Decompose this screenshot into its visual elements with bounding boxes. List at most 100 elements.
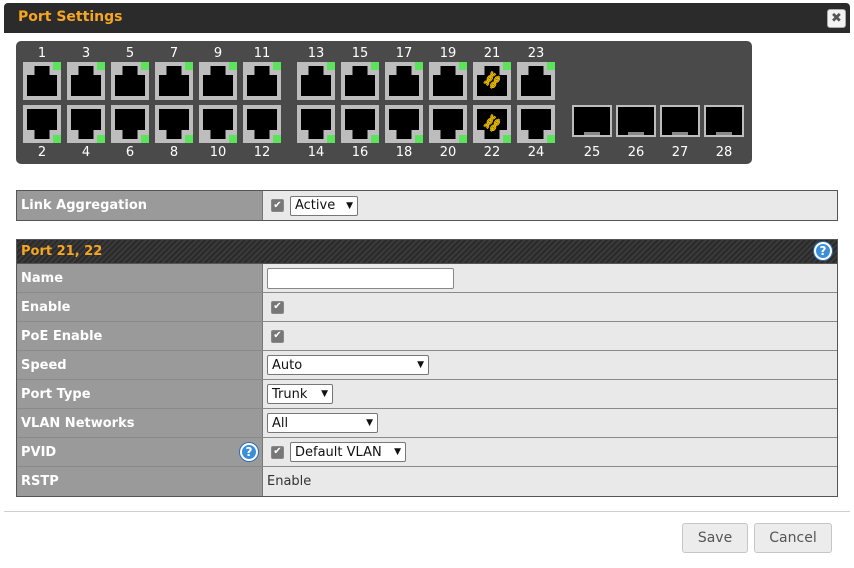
chevron-down-icon: ▼ bbox=[417, 360, 424, 370]
port-2[interactable] bbox=[23, 105, 61, 143]
save-button[interactable]: Save bbox=[682, 523, 748, 553]
help-icon[interactable]: ? bbox=[240, 443, 258, 461]
port-number-6: 6 bbox=[125, 145, 135, 160]
sfp-port-26[interactable] bbox=[616, 105, 656, 137]
port-number-23: 23 bbox=[527, 46, 545, 61]
port-number-4: 4 bbox=[81, 145, 91, 160]
port-number-10: 10 bbox=[209, 145, 227, 160]
pvid-checkbox[interactable]: ✔ bbox=[271, 445, 284, 459]
port-led-indicator bbox=[97, 135, 105, 143]
port-number-18: 18 bbox=[395, 145, 413, 160]
port-led-indicator bbox=[53, 135, 61, 143]
section-title: Port 21, 22 bbox=[21, 244, 103, 259]
port-15[interactable] bbox=[341, 62, 379, 100]
port-led-indicator bbox=[185, 135, 193, 143]
sfp-port-28[interactable] bbox=[704, 105, 744, 137]
name-input[interactable] bbox=[267, 267, 454, 289]
port-type-value: Trunk bbox=[272, 386, 308, 402]
vlan-networks-label: VLAN Networks bbox=[17, 409, 263, 437]
rstp-label: RSTP bbox=[17, 467, 263, 496]
port-type-select[interactable]: Trunk ▼ bbox=[267, 384, 333, 404]
port-led-indicator bbox=[229, 62, 237, 70]
port-number-20: 20 bbox=[439, 145, 457, 160]
port-1[interactable] bbox=[23, 62, 61, 100]
chevron-down-icon: ▼ bbox=[394, 447, 401, 457]
port-number-22: 22 bbox=[483, 145, 501, 160]
sfp-port-27[interactable] bbox=[660, 105, 700, 137]
port-led-indicator bbox=[415, 135, 423, 143]
port-led-indicator bbox=[327, 135, 335, 143]
port-led-indicator bbox=[371, 62, 379, 70]
port-21[interactable]: ⛓ bbox=[473, 62, 511, 100]
pvid-value: Default VLAN bbox=[295, 444, 382, 460]
port-23[interactable] bbox=[517, 62, 555, 100]
sfp-port-25[interactable] bbox=[572, 105, 612, 137]
port-led-indicator bbox=[415, 62, 423, 70]
help-icon[interactable]: ? bbox=[814, 242, 832, 260]
close-icon[interactable]: ✖ bbox=[827, 9, 846, 28]
link-aggregation-mode-select[interactable]: Active ▼ bbox=[290, 195, 358, 216]
port-7[interactable] bbox=[155, 62, 193, 100]
port-11[interactable] bbox=[243, 62, 281, 100]
rj45-jack-icon bbox=[433, 66, 463, 96]
rj45-jack-icon bbox=[203, 66, 233, 96]
port-number-3: 3 bbox=[81, 46, 91, 61]
port-number-2: 2 bbox=[37, 145, 47, 160]
port-22[interactable]: ⛓ bbox=[473, 105, 511, 143]
port-3[interactable] bbox=[67, 62, 105, 100]
sfp-slot-icon bbox=[618, 107, 654, 135]
port-6[interactable] bbox=[111, 105, 149, 143]
port-led-indicator bbox=[459, 135, 467, 143]
port-number-15: 15 bbox=[351, 46, 369, 61]
link-aggregation-checkbox[interactable]: ✔ bbox=[271, 199, 284, 212]
port-number-11: 11 bbox=[253, 46, 271, 61]
port-led-indicator bbox=[547, 135, 555, 143]
port-10[interactable] bbox=[199, 105, 237, 143]
speed-select[interactable]: Auto ▼ bbox=[267, 355, 429, 375]
port-number-8: 8 bbox=[169, 145, 179, 160]
poe-enable-checkbox[interactable]: ✔ bbox=[271, 329, 284, 343]
port-led-indicator bbox=[273, 62, 281, 70]
port-14[interactable] bbox=[297, 105, 335, 143]
port-led-indicator bbox=[53, 62, 61, 70]
port-led-indicator bbox=[503, 135, 511, 143]
port-5[interactable] bbox=[111, 62, 149, 100]
port-8[interactable] bbox=[155, 105, 193, 143]
port-led-indicator bbox=[141, 62, 149, 70]
vlan-networks-select[interactable]: All ▼ bbox=[267, 413, 378, 433]
port-19[interactable] bbox=[429, 62, 467, 100]
rj45-jack-icon bbox=[247, 66, 277, 96]
link-aggregation-table: Link Aggregation ✔ Active ▼ bbox=[16, 190, 838, 221]
port-4[interactable] bbox=[67, 105, 105, 143]
port-led-indicator bbox=[371, 135, 379, 143]
port-led-indicator bbox=[97, 62, 105, 70]
port-18[interactable] bbox=[385, 105, 423, 143]
poe-enable-label: PoE Enable bbox=[17, 322, 263, 350]
port-led-indicator bbox=[273, 135, 281, 143]
port-9[interactable] bbox=[199, 62, 237, 100]
port-led-indicator bbox=[327, 62, 335, 70]
pvid-select[interactable]: Default VLAN ▼ bbox=[290, 442, 406, 462]
speed-label: Speed bbox=[17, 351, 263, 379]
enable-checkbox[interactable]: ✔ bbox=[271, 300, 284, 314]
port-20[interactable] bbox=[429, 105, 467, 143]
pvid-label-text: PVID bbox=[21, 444, 57, 460]
rj45-jack-icon bbox=[115, 66, 145, 96]
port-24[interactable] bbox=[517, 105, 555, 143]
enable-label: Enable bbox=[17, 293, 263, 321]
chain-link-icon: ⛓ bbox=[480, 112, 504, 136]
link-aggregation-mode-value: Active bbox=[295, 198, 336, 213]
dialog-titlebar: Port Settings ✖ bbox=[4, 3, 850, 33]
port-number-17: 17 bbox=[395, 46, 413, 61]
switch-port-panel: 1 3 5 7 9 11 13 15 17 19 21 ⛓ 23 2 4 6 8 10 12 14 16 18 20 22 ⛓ 2… bbox=[16, 41, 752, 164]
port-12[interactable] bbox=[243, 105, 281, 143]
rj45-jack-icon bbox=[345, 66, 375, 96]
port-17[interactable] bbox=[385, 62, 423, 100]
port-13[interactable] bbox=[297, 62, 335, 100]
port-number-9: 9 bbox=[213, 46, 223, 61]
rj45-jack-icon bbox=[27, 66, 57, 96]
cancel-button[interactable]: Cancel bbox=[754, 523, 832, 553]
chevron-down-icon: ▼ bbox=[346, 200, 353, 211]
port-led-indicator bbox=[185, 62, 193, 70]
port-16[interactable] bbox=[341, 105, 379, 143]
